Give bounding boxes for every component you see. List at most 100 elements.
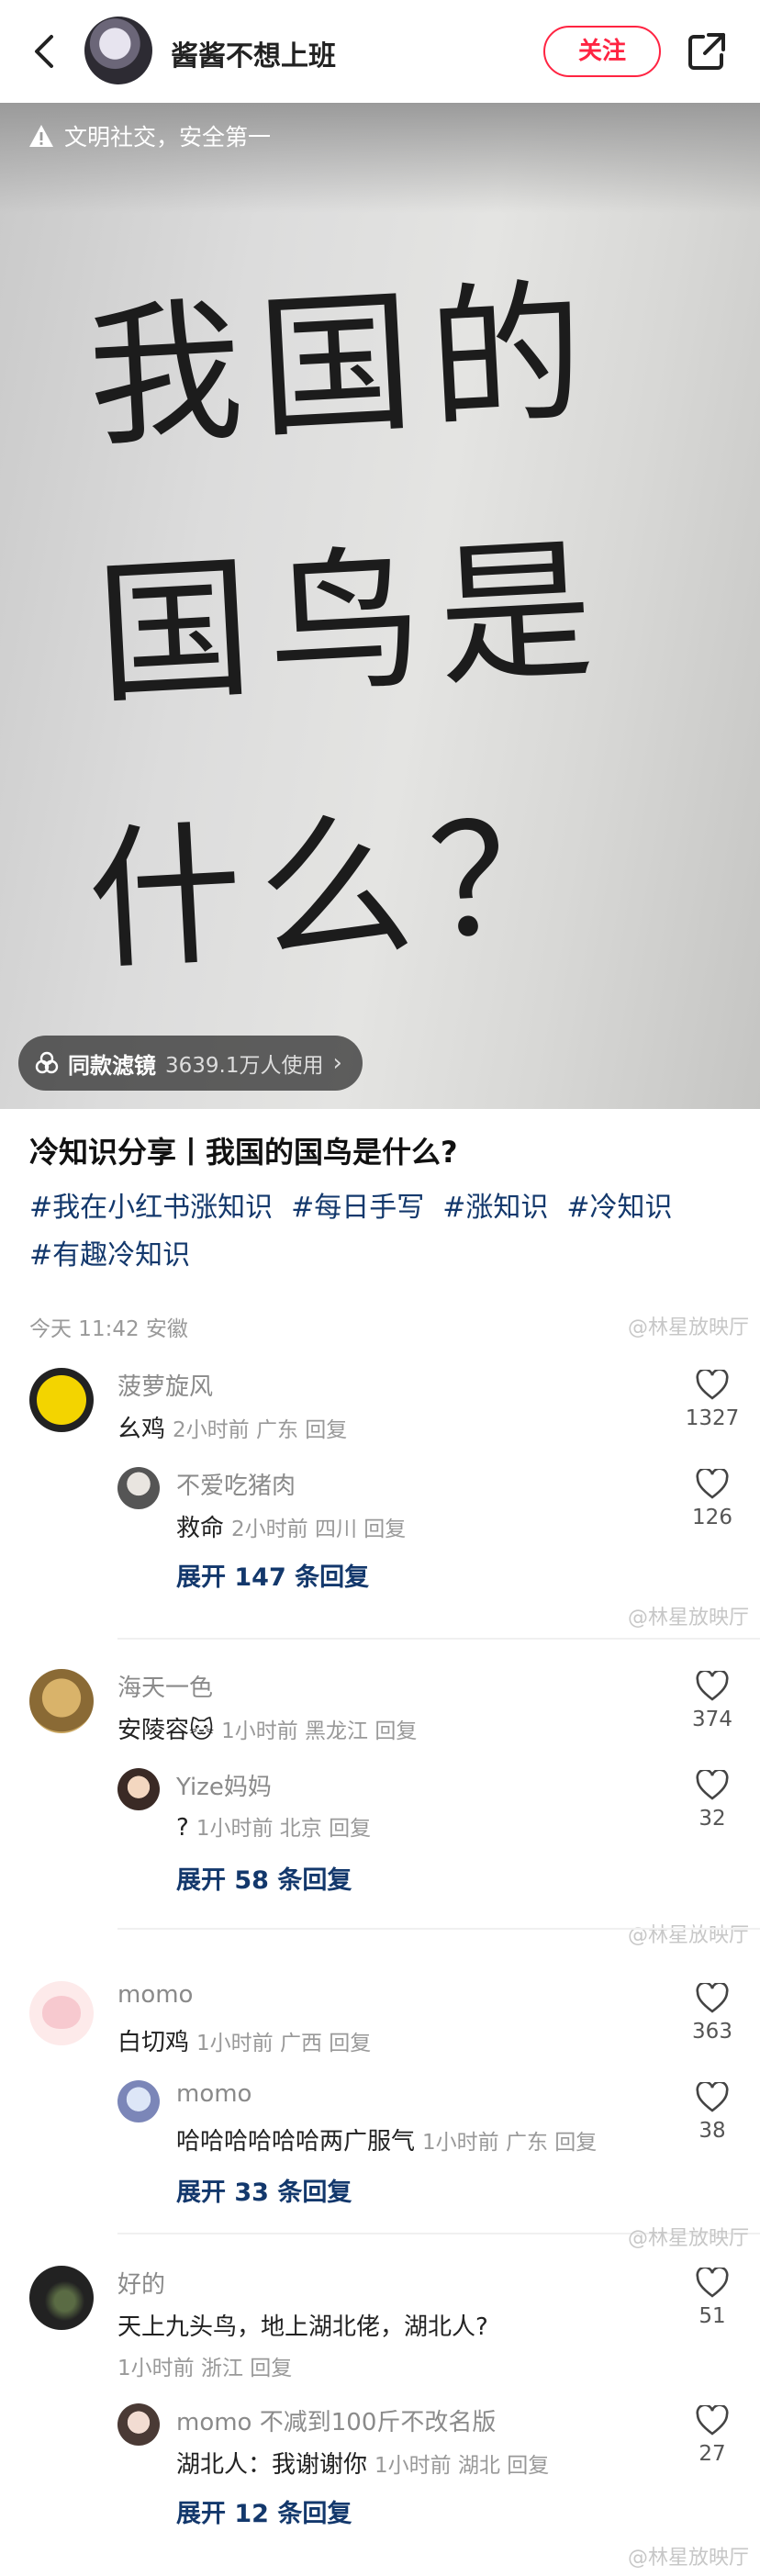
handwriting-line-2: 国鸟是 xyxy=(93,519,614,726)
expand-replies-button[interactable]: 展开 33 条回复 xyxy=(176,2172,352,2208)
heart-icon xyxy=(696,2405,729,2436)
post-title: 冷知识分享丨我国的国鸟是什么? xyxy=(29,1135,458,1170)
same-filter-button[interactable]: 同款滤镜 3639.1万人使用 › xyxy=(18,1036,363,1091)
tag-link[interactable]: #有趣冷知识 xyxy=(29,1239,190,1271)
heart-icon xyxy=(696,2082,729,2112)
like-count: 374 xyxy=(692,1708,732,1731)
comment-body: 幺鸡 2小时前 广东 回复 xyxy=(117,1410,347,1444)
tag-link[interactable]: #每日手写 xyxy=(291,1192,424,1224)
like-button[interactable]: 1327 xyxy=(685,1370,740,1430)
commenter-avatar[interactable] xyxy=(29,1368,94,1432)
heart-icon xyxy=(696,1671,729,1701)
safety-notice: 文明社交，安全第一 xyxy=(28,119,271,152)
share-icon[interactable] xyxy=(685,29,729,73)
tag-link[interactable]: #冷知识 xyxy=(566,1192,672,1224)
heart-icon xyxy=(696,2268,729,2298)
post-image[interactable]: 文明社交，安全第一 我国的 国鸟是 什么？ 同款滤镜 3639.1万人使用 › xyxy=(0,103,760,1109)
reply-body: 哈哈哈哈哈哈两广服气 1小时前 广东 回复 xyxy=(176,2122,597,2156)
commenter-avatar[interactable] xyxy=(29,1981,94,2045)
comment-meta[interactable]: 1小时前 浙江 回复 xyxy=(117,2357,292,2380)
reply-meta[interactable]: 1小时前 北京 回复 xyxy=(196,1817,371,1841)
comment-body: 1小时前 浙江 回复 xyxy=(117,2350,292,2381)
watermark: @林星放映厅 xyxy=(627,2547,749,2570)
heart-icon xyxy=(696,1469,729,1499)
like-button[interactable]: 32 xyxy=(685,1770,740,1831)
post-meta: 今天 11:42 安徽 xyxy=(29,1317,188,1341)
expand-replies-button[interactable]: 展开 58 条回复 xyxy=(176,1860,352,1896)
reply-name[interactable]: 不爱吃猪肉 xyxy=(176,1467,296,1501)
like-button[interactable]: 126 xyxy=(685,1469,740,1529)
reply-name[interactable]: momo 不减到100斤不改名版 xyxy=(176,2403,496,2437)
reply-avatar[interactable] xyxy=(117,1768,160,1810)
back-icon[interactable] xyxy=(26,31,66,72)
reply-meta[interactable]: 1小时前 广东 回复 xyxy=(422,2131,597,2155)
reply-avatar[interactable] xyxy=(117,1467,160,1509)
handwriting-line-1: 我国的 xyxy=(84,262,605,469)
comment-meta[interactable]: 2小时前 广东 回复 xyxy=(173,1418,347,1442)
reply-name[interactable]: momo xyxy=(176,2080,251,2108)
watermark: @林星放映厅 xyxy=(627,1924,749,1947)
like-count: 126 xyxy=(692,1506,732,1529)
reply-avatar[interactable] xyxy=(117,2403,160,2446)
reply-text: 湖北人：我谢谢你 xyxy=(176,2451,368,2479)
author-name[interactable]: 酱酱不想上班 xyxy=(171,33,336,73)
like-count: 51 xyxy=(699,2304,726,2328)
safety-notice-text: 文明社交，安全第一 xyxy=(64,124,272,151)
watermark: @林星放映厅 xyxy=(627,1607,749,1630)
comment-text: 白切鸡 xyxy=(117,2029,190,2056)
commenter-name[interactable]: 菠萝旋风 xyxy=(117,1368,213,1402)
reply-text: 哈哈哈哈哈哈两广服气 xyxy=(176,2128,416,2156)
comment-meta[interactable]: 1小时前 广西 回复 xyxy=(196,2032,371,2055)
expand-replies-button[interactable]: 展开 12 条回复 xyxy=(176,2493,352,2529)
like-button[interactable]: 27 xyxy=(685,2405,740,2466)
author-avatar[interactable] xyxy=(84,17,152,84)
follow-button[interactable]: 关注 xyxy=(543,26,661,77)
like-button[interactable]: 51 xyxy=(685,2268,740,2328)
heart-icon xyxy=(696,1370,729,1400)
commenter-name[interactable]: 好的 xyxy=(117,2266,165,2300)
reply-meta[interactable]: 2小时前 四川 回复 xyxy=(231,1518,406,1541)
commenter-name[interactable]: 海天一色 xyxy=(117,1669,213,1703)
reply-meta[interactable]: 1小时前 湖北 回复 xyxy=(374,2454,549,2478)
reply-body: ? 1小时前 北京 回复 xyxy=(176,1810,371,1842)
like-button[interactable]: 374 xyxy=(685,1671,740,1731)
like-button[interactable]: 363 xyxy=(685,1983,740,2044)
filter-icon xyxy=(35,1051,59,1074)
comment-text: 幺鸡 xyxy=(117,1416,166,1443)
like-button[interactable]: 38 xyxy=(685,2082,740,2143)
filter-usage: 3639.1万人使用 xyxy=(165,1054,324,1078)
handwriting-line-3: 什么？ xyxy=(84,785,605,992)
commenter-name[interactable]: momo xyxy=(117,1981,193,2009)
reply-name[interactable]: Yize妈妈 xyxy=(176,1768,272,1802)
like-count: 38 xyxy=(699,2119,726,2143)
comment-body: 安陵容🐱 1小时前 黑龙江 回复 xyxy=(117,1711,417,1745)
heart-icon xyxy=(696,1983,729,2013)
tag-link[interactable]: #我在小红书涨知识 xyxy=(29,1192,273,1224)
comment-divider xyxy=(117,1928,760,1930)
tag-link[interactable]: #涨知识 xyxy=(442,1192,548,1224)
top-bar: 酱酱不想上班 关注 xyxy=(0,0,760,103)
like-count: 32 xyxy=(699,1807,726,1831)
reply-text: 救命 xyxy=(176,1515,225,1542)
watermark: @林星放映厅 xyxy=(627,2227,749,2250)
commenter-avatar[interactable] xyxy=(29,1669,94,1733)
comment-body: 白切鸡 1小时前 广西 回复 xyxy=(117,2023,371,2057)
expand-replies-button[interactable]: 展开 147 条回复 xyxy=(176,1557,369,1593)
tag-list: #我在小红书涨知识 #每日手写 #涨知识 #冷知识 #有趣冷知识 xyxy=(29,1184,736,1280)
like-count: 27 xyxy=(699,2442,726,2466)
filter-name: 同款滤镜 xyxy=(68,1052,156,1079)
comment-text: 天上九头鸟，地上湖北佬，湖北人? xyxy=(117,2313,488,2341)
comment-divider xyxy=(117,1638,760,1640)
watermark: @林星放映厅 xyxy=(627,1316,749,1339)
reply-avatar[interactable] xyxy=(117,2080,160,2122)
comment-meta[interactable]: 1小时前 黑龙江 回复 xyxy=(221,1719,417,1743)
comment-text: 安陵容🐱 xyxy=(117,1717,215,1744)
like-count: 1327 xyxy=(685,1406,740,1430)
warning-icon xyxy=(29,125,53,147)
commenter-avatar[interactable] xyxy=(29,2266,94,2330)
reply-body: 湖北人：我谢谢你 1小时前 湖北 回复 xyxy=(176,2446,549,2480)
heart-icon xyxy=(696,1770,729,1800)
reply-text: ? xyxy=(176,1814,189,1842)
reply-body: 救命 2小时前 四川 回复 xyxy=(176,1509,406,1543)
like-count: 363 xyxy=(692,2020,732,2044)
